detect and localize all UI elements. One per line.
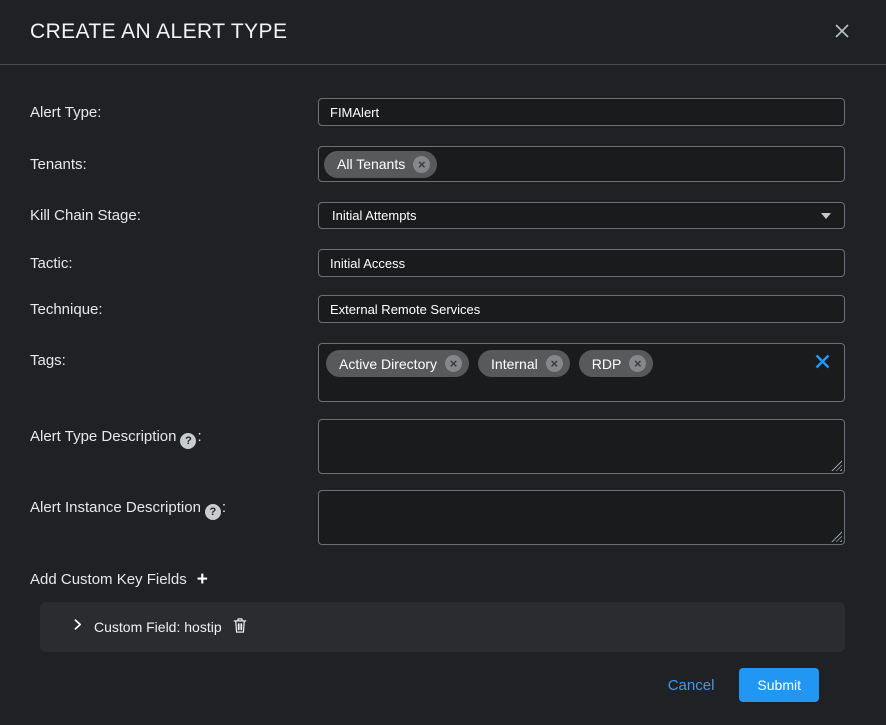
add-custom-key-fields-label: Add Custom Key Fields [30,571,187,588]
tags-label: Tags: [30,343,318,369]
kill-chain-stage-select[interactable]: Initial Attempts [318,202,845,229]
alert-type-label: Alert Type: [30,104,318,121]
close-icon [832,21,852,44]
tag-chip-remove-icon[interactable]: × [445,355,462,372]
tenants-label: Tenants: [30,156,318,173]
tag-chip-remove-icon[interactable]: × [629,355,646,372]
chevron-right-icon [71,618,84,636]
alert-type-description-input[interactable] [318,419,845,474]
tenant-chip: All Tenants × [324,151,437,178]
custom-field-label: Custom Field: hostip [94,619,222,635]
tactic-label: Tactic: [30,255,318,272]
alert-type-description-label: Alert Type Description?: [30,419,318,449]
help-icon[interactable]: ? [180,433,196,449]
row-tactic: Tactic: [30,249,845,277]
alert-type-input[interactable] [318,98,845,126]
create-alert-type-modal: CREATE AN ALERT TYPE Alert Type: Tenants… [0,0,886,725]
expand-custom-field-button[interactable] [71,618,84,636]
tag-chip: Active Directory × [326,350,469,377]
technique-label: Technique: [30,301,318,318]
tag-chip-label: RDP [592,356,622,372]
submit-button[interactable]: Submit [739,668,819,702]
custom-field-row[interactable]: Custom Field: hostip [40,602,845,652]
help-icon[interactable]: ? [205,504,221,520]
delete-custom-field-button[interactable] [232,617,248,637]
row-alert-instance-description: Alert Instance Description?: [30,490,845,545]
row-alert-type: Alert Type: [30,98,845,126]
tag-chip-remove-icon[interactable]: × [546,355,563,372]
alert-type-form: Alert Type: Tenants: All Tenants × Kill … [0,65,886,702]
kill-chain-stage-label: Kill Chain Stage: [30,207,318,224]
row-alert-type-description: Alert Type Description?: [30,419,845,474]
alert-instance-description-label: Alert Instance Description?: [30,490,318,520]
modal-footer: Cancel Submit [30,668,845,702]
tag-chip-label: Internal [491,356,538,372]
chevron-down-icon [821,213,831,219]
clear-x-icon [814,353,831,373]
tags-clear-button[interactable] [814,353,831,373]
tactic-input[interactable] [318,249,845,277]
tag-chip: RDP × [579,350,654,377]
tags-input[interactable]: Active Directory × Internal × RDP × [318,343,845,402]
tenants-input[interactable]: All Tenants × [318,146,845,182]
plus-icon: + [197,569,208,590]
row-technique: Technique: [30,295,845,323]
tag-chip-label: Active Directory [339,356,437,372]
row-tags: Tags: Active Directory × Internal × RDP … [30,343,845,402]
close-button[interactable] [830,19,854,46]
row-tenants: Tenants: All Tenants × [30,146,845,182]
custom-key-fields-section: Add Custom Key Fields + [30,570,845,589]
alert-instance-description-input[interactable] [318,490,845,545]
tag-chip: Internal × [478,350,570,377]
cancel-button[interactable]: Cancel [668,677,715,694]
modal-title: CREATE AN ALERT TYPE [30,20,287,44]
tenant-chip-label: All Tenants [337,156,405,172]
add-custom-field-button[interactable]: + [197,570,208,589]
trash-icon [232,617,248,637]
row-kill-chain-stage: Kill Chain Stage: Initial Attempts [30,202,845,229]
tenant-chip-remove-icon[interactable]: × [413,156,430,173]
technique-input[interactable] [318,295,845,323]
kill-chain-stage-value: Initial Attempts [332,208,417,223]
modal-header: CREATE AN ALERT TYPE [0,0,886,65]
